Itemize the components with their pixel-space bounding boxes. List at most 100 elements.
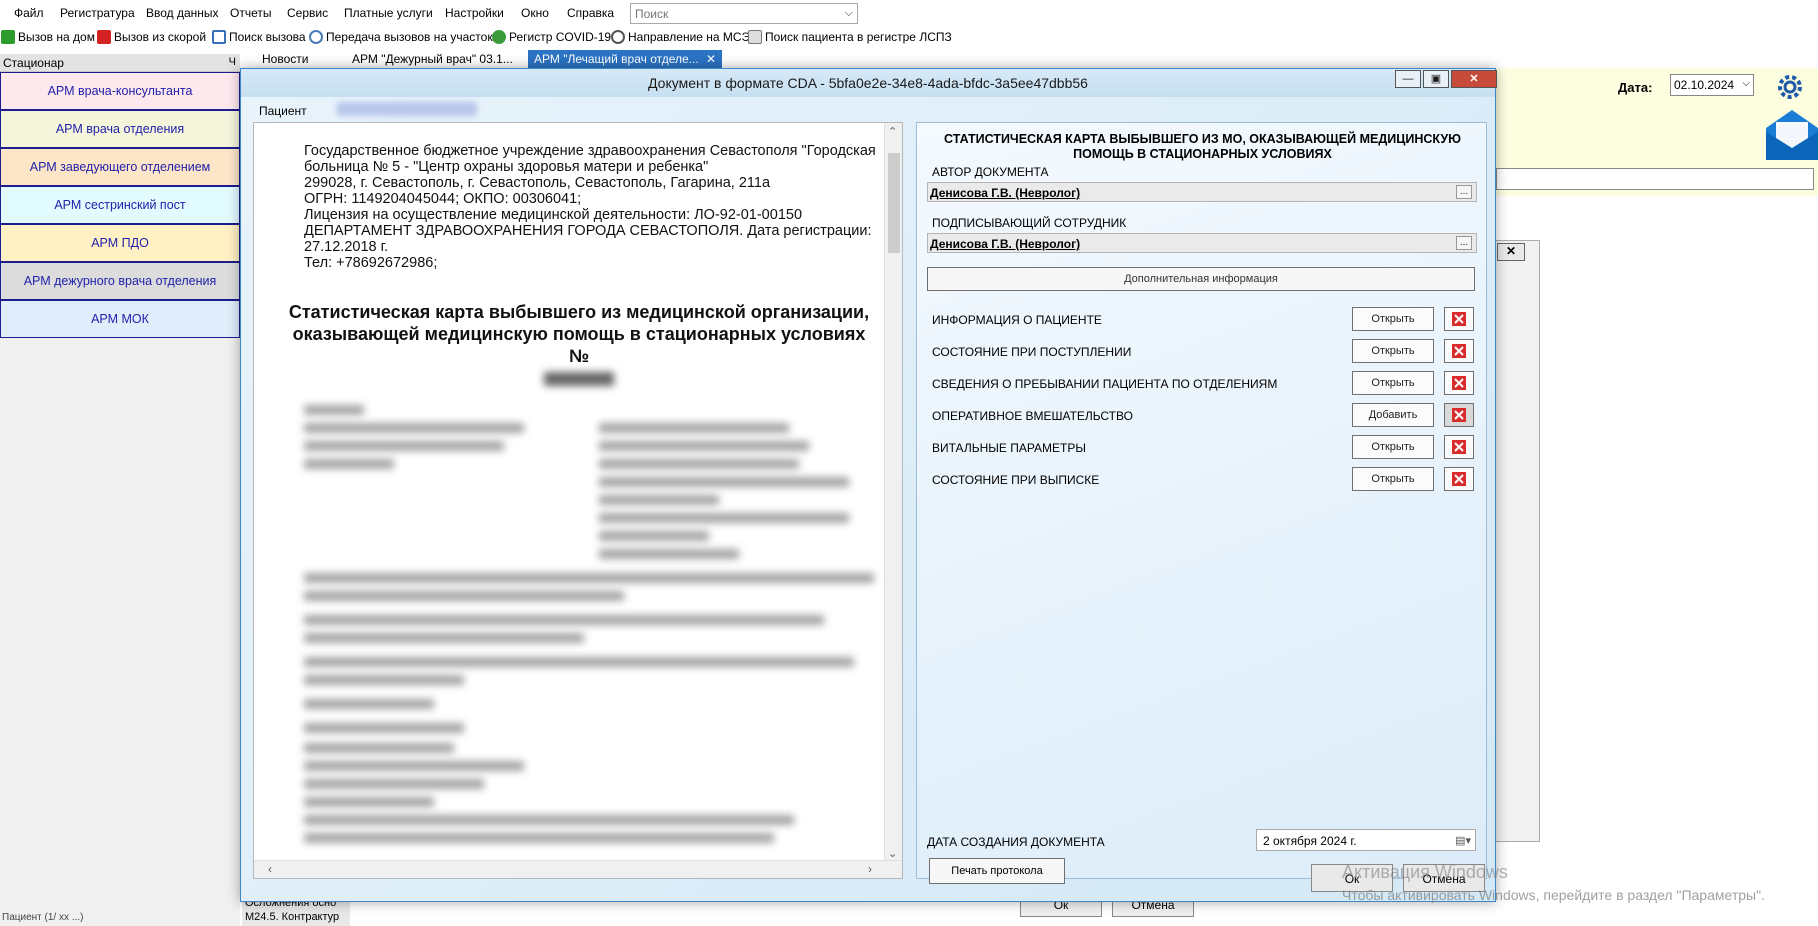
redacted-text <box>304 761 524 771</box>
chevron-down-icon[interactable]: ⌵ <box>1742 78 1750 89</box>
open-button[interactable]: Открыть <box>1352 371 1434 395</box>
delete-button[interactable] <box>1444 435 1474 459</box>
menu-paid-services[interactable]: Платные услуги <box>344 6 433 20</box>
ambulance-icon <box>97 30 111 44</box>
home-call-button[interactable]: Вызов на дом <box>1 30 95 44</box>
author-field[interactable]: Денисова Г.В. (Невролог) … <box>927 182 1477 202</box>
menu-settings[interactable]: Настройки <box>445 6 504 20</box>
signer-value: Денисова Г.В. (Невролог) <box>930 237 1081 251</box>
menu-registry[interactable]: Регистратура <box>60 6 135 20</box>
scrollbar-thumb[interactable] <box>888 153 900 253</box>
search-call-label: Поиск вызова <box>229 30 306 44</box>
arm-consultant[interactable]: АРМ врача-консультанта <box>0 72 240 110</box>
open-button[interactable]: Открыть <box>1352 339 1434 363</box>
registry-search-button[interactable]: Поиск пациента в регистре ЛСПЗ <box>748 30 952 44</box>
creation-date-value: 2 октября 2024 г. <box>1263 834 1357 848</box>
creation-date-picker[interactable]: 2 октября 2024 г. ▤▾ <box>1256 829 1476 851</box>
search-input[interactable] <box>631 4 831 23</box>
delete-button[interactable] <box>1444 371 1474 395</box>
delete-button[interactable] <box>1444 339 1474 363</box>
arm-department-doctor[interactable]: АРМ врача отделения <box>0 110 240 148</box>
maximize-icon[interactable]: ▣ <box>1423 70 1449 88</box>
tab-attending-doctor[interactable]: АРМ "Лечащий врач отделе... ✕ <box>528 50 723 68</box>
form-title-line: СТАТИСТИЧЕСКАЯ КАРТА ВЫБЫВШЕГО ИЗ МО, ОК… <box>944 132 1461 146</box>
tab-news[interactable]: Новости <box>256 50 314 68</box>
close-icon[interactable]: ✕ <box>1497 243 1525 261</box>
section-label: СВЕДЕНИЯ О ПРЕБЫВАНИИ ПАЦИЕНТА ПО ОТДЕЛЕ… <box>932 377 1278 391</box>
menu-file[interactable]: Файл <box>14 6 44 20</box>
patient-label: Пациент <box>259 104 307 118</box>
close-icon[interactable]: ✕ <box>1451 70 1497 88</box>
section-row: ОПЕРАТИВНОЕ ВМЕШАТЕЛЬСТВО Добавить <box>917 401 1488 429</box>
arm-mok[interactable]: АРМ МОК <box>0 300 240 338</box>
minimize-icon[interactable]: — <box>1395 70 1421 88</box>
additional-info-button[interactable]: Дополнительная информация <box>927 267 1475 291</box>
delete-button[interactable] <box>1444 307 1474 331</box>
arm-head-of-department[interactable]: АРМ заведующего отделением <box>0 148 240 186</box>
mse-referral-button[interactable]: Направление на МСЭ <box>611 30 750 44</box>
document-viewer[interactable]: Государственное бюджетное учреждение здр… <box>253 122 903 879</box>
open-button[interactable]: Открыть <box>1352 435 1434 459</box>
section-row: ИНФОРМАЦИЯ О ПАЦИЕНТЕ Открыть <box>917 305 1488 333</box>
menu-service[interactable]: Сервис <box>287 6 328 20</box>
ellipsis-icon[interactable]: … <box>1456 236 1472 250</box>
date-picker[interactable]: 02.10.2024 ⌵ <box>1670 74 1754 96</box>
chevron-down-icon[interactable]: ⌵ <box>845 7 853 20</box>
section-label: ИНФОРМАЦИЯ О ПАЦИЕНТЕ <box>932 313 1102 327</box>
delete-button[interactable] <box>1444 467 1474 491</box>
covid-registry-button[interactable]: Регистр COVID-19 <box>492 30 611 44</box>
transfer-calls-button[interactable]: Передача вызовов на участок <box>309 30 493 44</box>
redacted-text <box>304 615 824 625</box>
open-button[interactable]: Открыть <box>1352 467 1434 491</box>
signer-field[interactable]: Денисова Г.В. (Невролог) … <box>927 233 1477 253</box>
close-icon[interactable]: ✕ <box>706 52 716 66</box>
menu-help[interactable]: Справка <box>567 6 614 20</box>
doc-title-line: оказывающей медицинскую помощь в стацион… <box>292 324 866 366</box>
menu-window[interactable]: Окно <box>521 6 549 20</box>
gear-icon[interactable] <box>1777 74 1803 100</box>
ellipsis-icon[interactable]: … <box>1456 185 1472 199</box>
chevron-left-icon[interactable]: ‹ <box>268 862 272 876</box>
author-value: Денисова Г.В. (Невролог) <box>930 186 1081 200</box>
print-protocol-button[interactable]: Печать протокола <box>929 858 1065 884</box>
transfer-icon <box>309 30 323 44</box>
arm-nurse-post[interactable]: АРМ сестринский пост <box>0 186 240 224</box>
add-button[interactable]: Добавить <box>1352 403 1434 427</box>
tab-bar: Новости АРМ "Дежурный врач" 03.1... АРМ … <box>242 50 723 68</box>
doc-header-line: больница № 5 - "Центр охраны здоровья ма… <box>304 159 709 175</box>
doc-title-line: Статистическая карта выбывшего из медици… <box>288 302 870 322</box>
open-button[interactable]: Открыть <box>1352 307 1434 331</box>
search-box[interactable]: ⌵ <box>630 3 858 24</box>
dialog-title-bar: Документ в формате CDA - 5bfa0e2e-34e8-4… <box>241 69 1497 97</box>
redacted-text <box>304 591 624 601</box>
horizontal-scrollbar[interactable]: ‹ › <box>254 860 902 878</box>
menu-reports[interactable]: Отчеты <box>230 6 271 20</box>
ambulance-call-button[interactable]: Вызов из скорой <box>97 30 206 44</box>
chevron-down-icon[interactable]: ⌄ <box>888 847 897 860</box>
menu-data-entry[interactable]: Ввод данных <box>146 6 219 20</box>
delete-icon <box>1452 312 1466 326</box>
delete-button <box>1444 403 1474 427</box>
mse-referral-label: Направление на МСЭ <box>628 30 751 44</box>
doc-header-line: ОГРН: 1149204045044; ОКПО: 00306041; <box>304 191 582 207</box>
redacted-text <box>304 723 464 733</box>
redacted-text <box>599 477 849 487</box>
redacted-text <box>599 549 739 559</box>
activation-watermark-text: Чтобы активировать Windows, перейдите в … <box>1342 887 1765 903</box>
background-input[interactable] <box>1496 168 1814 190</box>
creation-date-label: ДАТА СОЗДАНИЯ ДОКУМЕНТА <box>927 835 1105 849</box>
mail-icon[interactable] <box>1766 108 1818 160</box>
signer-label: ПОДПИСЫВАЮЩИЙ СОТРУДНИК <box>932 216 1127 230</box>
search-call-button[interactable]: Поиск вызова <box>212 30 306 44</box>
arm-duty-doctor[interactable]: АРМ дежурного врача отделения <box>0 262 240 300</box>
chevron-right-icon[interactable]: › <box>868 862 872 876</box>
chevron-up-icon[interactable]: ⌃ <box>888 125 897 138</box>
registry-icon <box>748 30 762 44</box>
left-panel-title: Стационар Ч <box>0 54 240 72</box>
calendar-icon[interactable]: ▤▾ <box>1455 834 1471 847</box>
form-title: СТАТИСТИЧЕСКАЯ КАРТА ВЫБЫВШЕГО ИЗ МО, ОК… <box>927 132 1478 162</box>
tab-duty-doctor[interactable]: АРМ "Дежурный врач" 03.1... <box>346 50 519 68</box>
arm-pdo[interactable]: АРМ ПДО <box>0 224 240 262</box>
pin-icon[interactable]: Ч <box>229 56 236 68</box>
vertical-scrollbar[interactable]: ⌃ ⌄ <box>884 123 902 862</box>
